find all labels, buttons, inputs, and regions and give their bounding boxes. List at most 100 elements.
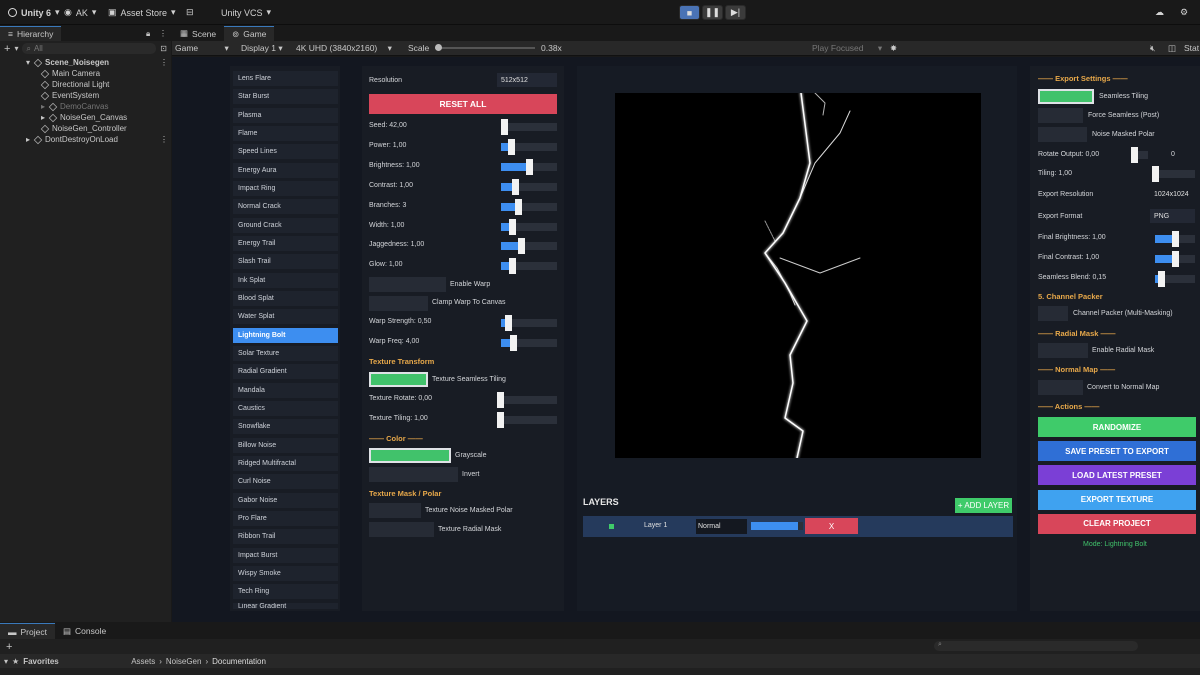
add-icon[interactable]: + [4,43,10,55]
slider-knob[interactable] [526,158,533,175]
mode-button[interactable]: Curl Noise [233,474,338,490]
invert-toggle[interactable] [369,467,458,482]
slider-knob[interactable] [510,335,518,351]
action-button[interactable]: RANDOMIZE [1038,417,1196,437]
tab-console[interactable]: ▤ Console [55,623,114,639]
slider-knob[interactable] [501,119,508,135]
param-slider[interactable] [501,238,557,255]
slider-knob[interactable] [514,198,522,215]
rotate-output-knob[interactable] [1131,147,1138,163]
export-resolution-field[interactable]: 1024x1024 [1150,187,1195,201]
hierarchy-item[interactable]: ▸ DontDestroyOnLoad ⋮ [26,135,168,144]
param-slider[interactable] [1155,251,1195,267]
param-slider[interactable] [501,198,557,215]
resolution-select[interactable]: 4K UHD (3840x2160) ▾ [296,43,392,54]
export-format-field[interactable]: PNG [1150,209,1195,223]
tab-game[interactable]: ⊚ Game [224,26,275,41]
slider-knob[interactable] [1172,231,1179,247]
param-slider[interactable] [501,218,557,235]
slider-knob[interactable] [507,138,515,155]
slider-knob[interactable] [504,315,512,331]
tiling-slider[interactable] [1152,166,1195,182]
mode-button[interactable]: Lens Flare [233,71,338,86]
hierarchy-item[interactable]: ▸ NoiseGen_Canvas [41,113,127,122]
mode-button[interactable]: Ridged Multifractal [233,455,338,471]
hierarchy-item[interactable]: Main Camera [40,69,100,78]
mode-button[interactable]: Mandala [233,382,338,398]
mode-button[interactable]: Plasma [233,107,338,123]
mode-button[interactable]: Tech Ring [233,584,338,600]
mode-button[interactable]: Normal Crack [233,199,338,215]
mode-button[interactable]: Ground Crack [233,217,338,233]
account-button[interactable]: ◉ AK ▾ [64,6,96,19]
tab-hierarchy[interactable]: ≡ Hierarchy [0,26,62,41]
enable-warp-toggle[interactable] [369,277,446,292]
chevron-down-icon[interactable]: ▾ [4,657,8,666]
remove-layer-button[interactable]: X [805,518,858,534]
cloud-icon[interactable]: ☁ [1155,6,1164,19]
param-slider[interactable] [501,138,557,155]
play-button[interactable]: ■ [679,5,700,20]
expand-arrow-icon[interactable]: ▸ [41,102,45,111]
layer-visibility-icon[interactable] [609,524,614,529]
play-focused-select[interactable]: Play Focused ▾ [812,43,882,54]
mode-button[interactable]: Snowflake [233,419,338,435]
expand-arrow-icon[interactable]: ▸ [41,113,45,122]
mode-button[interactable]: Impact Burst [233,547,338,563]
kebab-menu-icon[interactable]: ⋮ [160,135,168,144]
param-slider[interactable] [501,315,557,331]
mode-button[interactable]: Solar Texture [233,345,338,361]
mode-button[interactable]: Energy Trail [233,235,338,251]
param-slider[interactable] [1155,231,1195,247]
clamp-warp-toggle[interactable] [369,296,428,311]
cloud-button[interactable]: ⊟ [186,6,194,19]
tiling-knob[interactable] [1152,166,1159,182]
mode-button[interactable]: Wispy Smoke [233,565,338,581]
hierarchy-item[interactable]: NoiseGen_Controller [40,124,127,133]
slider-knob[interactable] [509,218,517,235]
kebab-menu-icon[interactable]: ⋮ [159,29,167,38]
chevron-down-icon[interactable]: ▾ [14,44,18,53]
force-seamless-toggle[interactable] [1038,108,1083,123]
slider-knob[interactable] [1172,251,1179,267]
breadcrumb-noisegen[interactable]: NoiseGen [166,657,202,666]
asset-store-button[interactable]: ▣ Asset Store ▾ [108,6,176,19]
mode-button[interactable]: Radial Gradient [233,364,338,380]
step-button[interactable]: ▶| [725,5,746,20]
param-slider[interactable] [497,392,557,408]
mode-button[interactable]: Star Burst [233,89,338,105]
slider-knob[interactable] [517,238,525,255]
add-layer-button[interactable]: + ADD LAYER [955,498,1012,513]
mute-icon[interactable]: 🔇︎ [1150,43,1155,54]
game-mode-select[interactable]: Game ▾ [175,43,229,54]
normal-map-toggle[interactable] [1038,380,1083,395]
status-icon[interactable]: ◫ [1168,43,1176,54]
expand-arrow-icon[interactable]: ▾ [26,58,30,67]
mode-button[interactable]: Energy Aura [233,162,338,178]
hierarchy-item[interactable]: EventSystem [40,91,99,100]
breadcrumb-assets[interactable]: Assets [131,657,155,666]
param-slider[interactable] [497,412,557,428]
grayscale-toggle[interactable] [369,448,451,463]
tab-project[interactable]: ▬ Project [0,623,55,639]
noise-masked-polar-toggle[interactable] [1038,127,1087,142]
project-search-input[interactable]: ⌕ [934,641,1138,651]
slider-knob[interactable] [509,258,517,275]
param-slider[interactable] [501,158,557,175]
radial-mask-toggle[interactable] [1038,343,1088,358]
action-button[interactable]: CLEAR PROJECT [1038,513,1196,534]
scale-slider[interactable] [435,44,535,51]
mode-button[interactable]: Caustics [233,400,338,416]
mode-button[interactable]: Speed Lines [233,144,338,160]
bug-icon[interactable]: ✸ [890,43,897,54]
param-slider[interactable] [1155,271,1195,287]
texture-noise-masked-toggle[interactable] [369,503,421,518]
kebab-menu-icon[interactable]: ⋮ [160,58,168,67]
tab-scene[interactable]: ▦ Scene [172,26,224,41]
mode-button[interactable]: Lightning Bolt [233,327,338,343]
pause-button[interactable]: ❚❚ [702,5,723,20]
slider-knob[interactable] [497,392,504,408]
hierarchy-search-input[interactable]: ⌕ All [22,43,157,54]
seamless-tiling-toggle[interactable] [1038,89,1094,104]
hierarchy-item[interactable]: ▸ DemoCanvas [41,102,108,111]
